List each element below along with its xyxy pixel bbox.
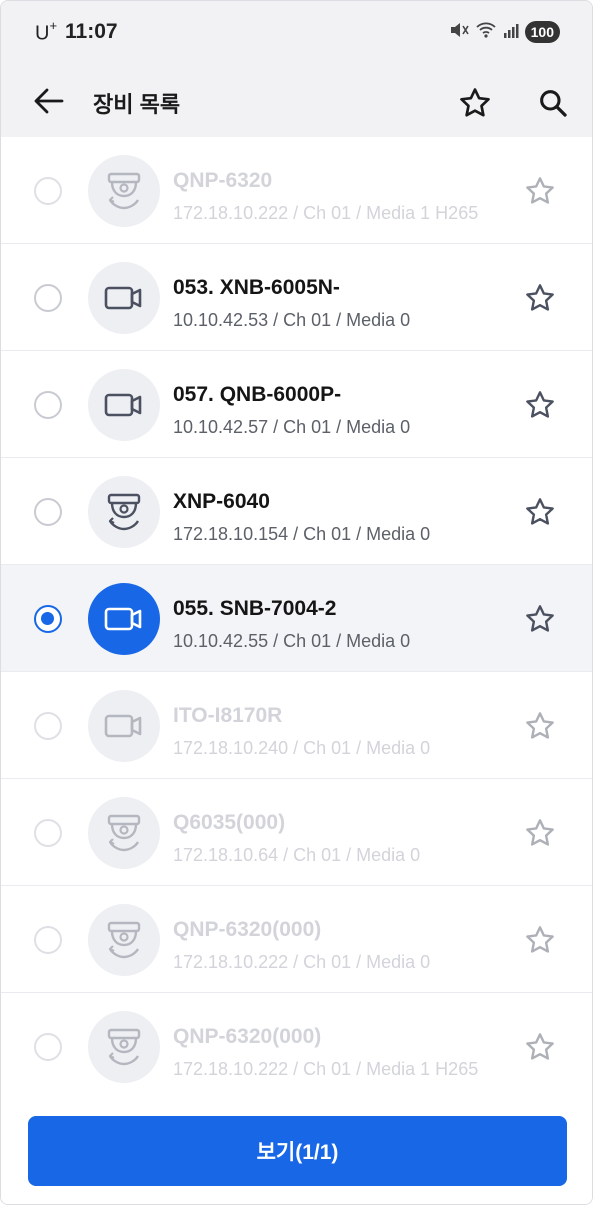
device-avatar bbox=[88, 1011, 160, 1083]
device-row[interactable]: ITO-I8170R 172.18.10.240 / Ch 01 / Media… bbox=[1, 672, 592, 779]
star-icon bbox=[526, 177, 554, 204]
star-icon bbox=[526, 712, 554, 739]
status-bar: U+ 11:07 100 bbox=[1, 1, 592, 63]
device-detail: 172.18.10.154 / Ch 01 / Media 0 bbox=[173, 524, 431, 544]
signal-icon bbox=[503, 22, 519, 43]
dome-camera-icon bbox=[103, 812, 145, 854]
device-name: 053. XNB-6005N- bbox=[173, 276, 340, 299]
dome-camera-icon bbox=[103, 1026, 145, 1068]
device-row[interactable]: XNP-6040 172.18.10.154 / Ch 01 / Media 0 bbox=[1, 458, 592, 565]
radio-button[interactable] bbox=[34, 284, 62, 312]
star-icon bbox=[526, 391, 554, 418]
device-row[interactable]: Q6035(000) 172.18.10.64 / Ch 01 / Media … bbox=[1, 779, 592, 886]
favorite-toggle[interactable] bbox=[520, 920, 560, 960]
status-time: 11:07 bbox=[65, 20, 118, 43]
device-avatar bbox=[88, 476, 160, 548]
device-detail: 172.18.10.222 / Ch 01 / Media 0 bbox=[173, 952, 431, 972]
box-camera-icon bbox=[104, 711, 144, 741]
dome-camera-icon bbox=[103, 919, 145, 961]
favorite-toggle[interactable] bbox=[520, 599, 560, 639]
wifi-icon bbox=[475, 21, 497, 44]
device-avatar bbox=[88, 583, 160, 655]
radio-button[interactable] bbox=[34, 819, 62, 847]
radio-button[interactable] bbox=[34, 1033, 62, 1061]
radio-button[interactable] bbox=[34, 391, 62, 419]
device-name: Q6035(000) bbox=[173, 811, 286, 834]
favorite-toggle[interactable] bbox=[520, 492, 560, 532]
favorite-toggle[interactable] bbox=[520, 278, 560, 318]
device-avatar bbox=[88, 690, 160, 762]
star-icon bbox=[526, 926, 554, 953]
carrier-plus: + bbox=[49, 18, 58, 33]
carrier-label: U+ bbox=[35, 18, 58, 46]
page-title: 장비 목록 bbox=[93, 92, 181, 117]
device-name: XNP-6040 bbox=[173, 490, 270, 513]
radio-button[interactable] bbox=[34, 712, 62, 740]
device-name: 057. QNB-6000P- bbox=[173, 383, 342, 406]
device-name: QNP-6320(000) bbox=[173, 1025, 322, 1048]
favorite-toggle[interactable] bbox=[520, 706, 560, 746]
box-camera-icon bbox=[104, 604, 144, 634]
device-row[interactable]: QNP-6320 172.18.10.222 / Ch 01 / Media 1… bbox=[1, 137, 592, 244]
device-row[interactable]: QNP-6320(000) 172.18.10.222 / Ch 01 / Me… bbox=[1, 993, 592, 1097]
radio-button[interactable] bbox=[34, 605, 62, 633]
device-detail: 172.18.10.64 / Ch 01 / Media 0 bbox=[173, 845, 421, 865]
device-row[interactable]: 053. XNB-6005N- 10.10.42.53 / Ch 01 / Me… bbox=[1, 244, 592, 351]
carrier-name: U bbox=[35, 22, 50, 45]
device-detail: 10.10.42.57 / Ch 01 / Media 0 bbox=[173, 417, 411, 437]
back-button[interactable] bbox=[29, 81, 69, 121]
radio-button[interactable] bbox=[34, 926, 62, 954]
box-camera-icon bbox=[104, 390, 144, 420]
favorite-toggle[interactable] bbox=[520, 171, 560, 211]
box-camera-icon bbox=[104, 283, 144, 313]
device-row[interactable]: 057. QNB-6000P- 10.10.42.57 / Ch 01 / Me… bbox=[1, 351, 592, 458]
star-icon bbox=[460, 88, 490, 117]
app-screen: U+ 11:07 100 장비 목록 QNP-6320 172.18.10.22… bbox=[0, 0, 593, 1205]
battery-indicator: 100 bbox=[524, 21, 560, 43]
device-row[interactable]: 055. SNB-7004-2 10.10.42.55 / Ch 01 / Me… bbox=[1, 565, 592, 672]
dome-camera-icon bbox=[103, 491, 145, 533]
arrow-left-icon bbox=[34, 88, 64, 114]
device-name: QNP-6320(000) bbox=[173, 918, 322, 941]
device-detail: 172.18.10.240 / Ch 01 / Media 0 bbox=[173, 738, 431, 758]
device-avatar bbox=[88, 262, 160, 334]
favorites-button[interactable] bbox=[453, 81, 497, 125]
device-name: 055. SNB-7004-2 bbox=[173, 597, 337, 620]
dome-camera-icon bbox=[103, 170, 145, 212]
device-detail: 10.10.42.55 / Ch 01 / Media 0 bbox=[173, 631, 411, 651]
device-avatar bbox=[88, 904, 160, 976]
device-name: QNP-6320 bbox=[173, 169, 273, 192]
device-row[interactable]: QNP-6320(000) 172.18.10.222 / Ch 01 / Me… bbox=[1, 886, 592, 993]
device-avatar bbox=[88, 369, 160, 441]
mute-icon bbox=[449, 21, 469, 44]
star-icon bbox=[526, 498, 554, 525]
favorite-toggle[interactable] bbox=[520, 385, 560, 425]
bottom-bar: 보기(1/1) bbox=[1, 1097, 592, 1204]
device-detail: 172.18.10.222 / Ch 01 / Media 1 H265 bbox=[173, 203, 479, 223]
device-detail: 10.10.42.53 / Ch 01 / Media 0 bbox=[173, 310, 411, 330]
favorite-toggle[interactable] bbox=[520, 813, 560, 853]
favorite-toggle[interactable] bbox=[520, 1027, 560, 1067]
star-icon bbox=[526, 819, 554, 846]
device-name: ITO-I8170R bbox=[173, 704, 283, 727]
device-detail: 172.18.10.222 / Ch 01 / Media 1 H265 bbox=[173, 1059, 479, 1079]
device-avatar bbox=[88, 155, 160, 227]
search-icon bbox=[540, 90, 567, 117]
device-list[interactable]: QNP-6320 172.18.10.222 / Ch 01 / Media 1… bbox=[1, 137, 592, 1097]
search-button[interactable] bbox=[531, 81, 575, 125]
star-icon bbox=[526, 284, 554, 311]
device-avatar bbox=[88, 797, 160, 869]
status-icons: 100 bbox=[449, 20, 560, 44]
radio-button[interactable] bbox=[34, 177, 62, 205]
radio-button[interactable] bbox=[34, 498, 62, 526]
star-icon bbox=[526, 605, 554, 632]
star-icon bbox=[526, 1033, 554, 1060]
view-button[interactable]: 보기(1/1) bbox=[28, 1116, 567, 1186]
